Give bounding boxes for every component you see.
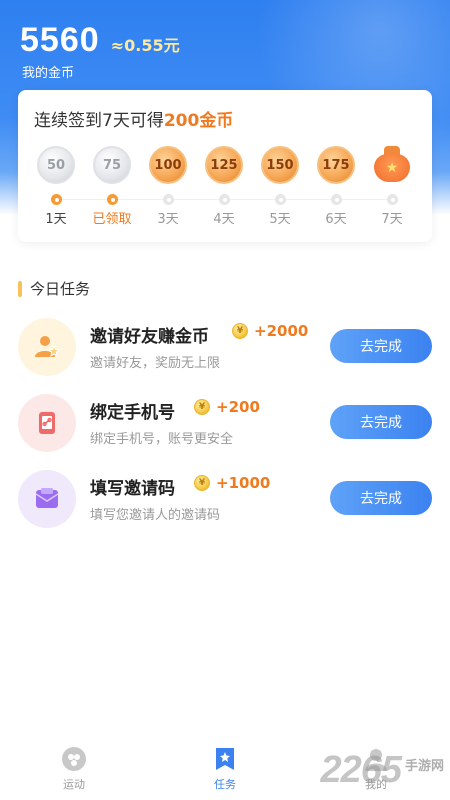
task-reward: ¥ +1000 [194, 474, 270, 492]
day-label-1: 1天 [45, 212, 67, 227]
complete-task-button[interactable]: 去完成 [330, 329, 432, 363]
site-watermark: 2265 手游网 [320, 749, 444, 792]
checkin-title-reward: 200金币 [163, 111, 234, 131]
tab-sport[interactable]: 运动 [34, 746, 114, 792]
watermark-number: 2265 [320, 749, 402, 791]
coin-icon: 75 [93, 146, 131, 184]
coin-value-approx: ≈0.55元 [110, 36, 180, 55]
task-enter-invite-code: 填写邀请码 ¥ +1000 填写您邀请人的邀请码 去完成 [18, 470, 432, 528]
task-reward: ¥ +2000 [232, 322, 308, 340]
task-bind-phone: 绑定手机号 ¥ +200 绑定手机号，账号更安全 去完成 [18, 394, 432, 452]
task-invite-friends: 邀请好友赚金币 ¥ +2000 邀请好友，奖励无上限 去完成 [18, 318, 432, 376]
reward-amount: +1000 [216, 474, 271, 492]
progress-dot-7 [387, 194, 398, 205]
sport-icon [61, 746, 87, 772]
tab-tasks[interactable]: 任务 [185, 746, 265, 792]
bookmark-star-icon [212, 746, 238, 772]
watermark-site: 手游网 [404, 759, 444, 774]
task-description: 绑定手机号，账号更安全 [90, 432, 234, 447]
money-bag-icon: ★ [372, 146, 412, 184]
coin-icon: 150 [261, 146, 299, 184]
section-marker [18, 280, 22, 297]
checkin-day-6[interactable]: 175 [308, 146, 364, 184]
checkin-title: 连续签到7天可得200金币 [34, 106, 233, 131]
checkin-title-text: 连续签到7天可得 [34, 111, 164, 131]
day-label-7: 7天 [381, 212, 403, 227]
phone-link-icon [18, 394, 76, 452]
coin-icon: ¥ [194, 475, 210, 491]
task-title: 绑定手机号 [90, 403, 175, 423]
day-label-4: 4天 [213, 212, 235, 227]
checkin-day-2[interactable]: 75 [84, 146, 140, 184]
coin-icon: 125 [205, 146, 243, 184]
coin-count: 5560 [20, 21, 100, 59]
coin-balance: 5560 ≈0.55元 我的金币 [20, 20, 180, 81]
checkin-day-4[interactable]: 125 [196, 146, 252, 184]
checkin-day-1[interactable]: 50 [28, 146, 84, 184]
progress-dot-1 [51, 194, 62, 205]
progress-dot-2 [107, 194, 118, 205]
complete-task-button[interactable]: 去完成 [330, 405, 432, 439]
progress-dot-6 [331, 194, 342, 205]
day-label-2: 已领取 [92, 212, 132, 227]
envelope-icon [18, 470, 76, 528]
task-reward: ¥ +200 [194, 398, 260, 416]
section-title-text: 今日任务 [30, 280, 91, 298]
progress-dot-5 [275, 194, 286, 205]
checkin-card: 连续签到7天可得200金币 50 1天 75 已领取 100 3天 125 4天… [18, 90, 432, 242]
reward-amount: +200 [216, 398, 260, 416]
coin-icon: 50 [37, 146, 75, 184]
checkin-day-3[interactable]: 100 [140, 146, 196, 184]
tab-label: 任务 [214, 778, 236, 791]
task-description: 填写您邀请人的邀请码 [90, 508, 221, 523]
coin-icon: ¥ [194, 399, 210, 415]
coin-icon: 175 [317, 146, 355, 184]
reward-amount: +2000 [254, 322, 309, 340]
day-label-5: 5天 [269, 212, 291, 227]
task-title: 填写邀请码 [90, 479, 175, 499]
task-title: 邀请好友赚金币 [90, 327, 209, 347]
tab-label: 运动 [63, 778, 85, 791]
day-label-6: 6天 [325, 212, 347, 227]
checkin-day-7[interactable]: ★ [364, 146, 420, 184]
progress-dot-4 [219, 194, 230, 205]
user-star-icon [18, 318, 76, 376]
tasks-section-title: 今日任务 [18, 278, 90, 299]
day-label-3: 3天 [157, 212, 179, 227]
checkin-day-5[interactable]: 150 [252, 146, 308, 184]
task-description: 邀请好友，奖励无上限 [90, 356, 221, 371]
coin-label: 我的金币 [22, 66, 75, 81]
progress-dot-3 [163, 194, 174, 205]
coin-icon: ¥ [232, 323, 248, 339]
complete-task-button[interactable]: 去完成 [330, 481, 432, 515]
coin-icon: 100 [149, 146, 187, 184]
